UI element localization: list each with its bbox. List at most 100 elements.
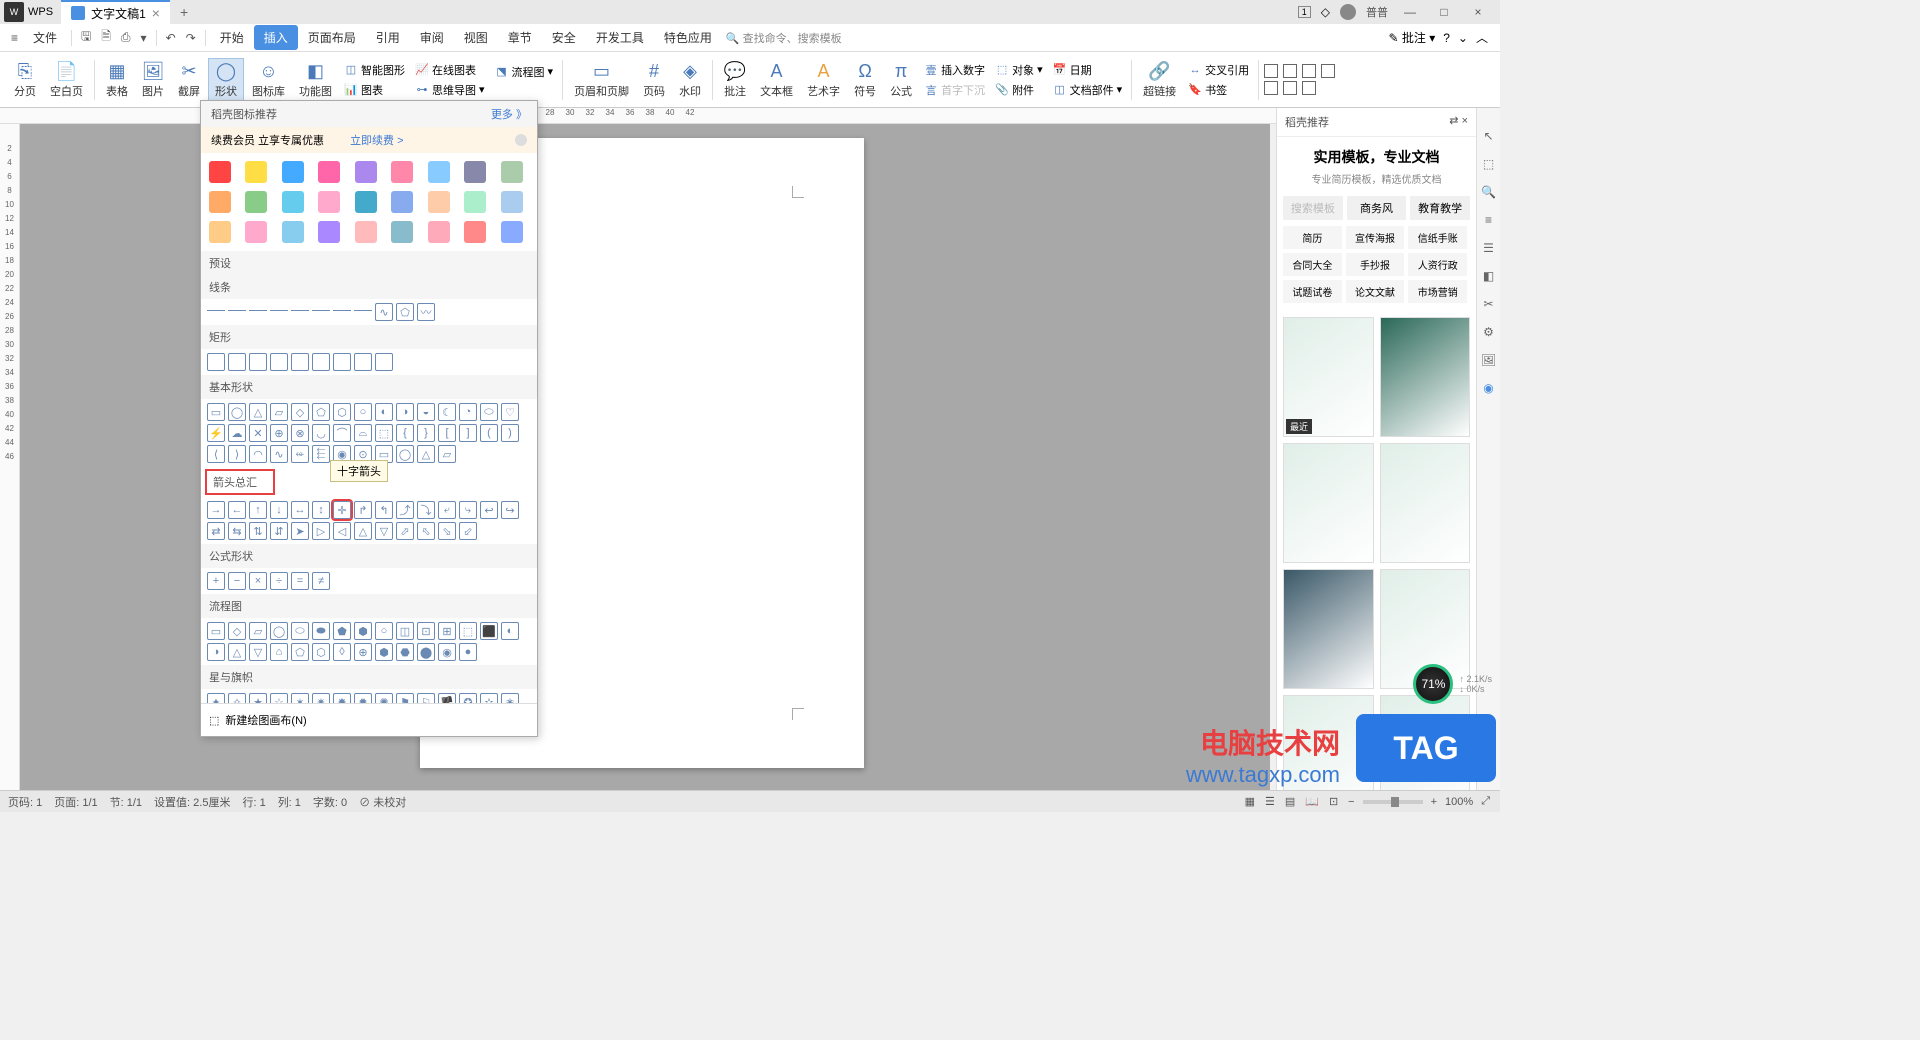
shape-star[interactable]: ✫ (480, 693, 498, 703)
template-thumb[interactable] (1380, 443, 1471, 563)
rp-cat[interactable]: 信纸手账 (1408, 226, 1467, 249)
rp-cat[interactable]: 市场营销 (1408, 280, 1467, 303)
shape-arrow[interactable]: ⇅ (249, 522, 267, 540)
rb-chart[interactable]: 📊图表 (340, 81, 409, 99)
sb-page-num[interactable]: 页码: 1 (8, 794, 42, 810)
shape-basic[interactable]: ⌓ (354, 424, 372, 442)
shape-line[interactable] (249, 303, 267, 311)
rb-symbol[interactable]: Ω符号 (848, 59, 882, 101)
shape-arrow[interactable]: ↩ (480, 501, 498, 519)
shape-line[interactable] (207, 303, 225, 311)
shape-arrow[interactable]: ⬃ (459, 522, 477, 540)
zoom-level[interactable]: 100% (1445, 796, 1473, 808)
shape-line[interactable] (354, 303, 372, 311)
shape-basic[interactable]: ⬠ (312, 403, 330, 421)
shape-arrow[interactable]: ◁ (333, 522, 351, 540)
shape-basic[interactable]: ◔ (459, 403, 477, 421)
pin-icon[interactable] (391, 161, 413, 183)
shape-star[interactable]: ⚐ (417, 693, 435, 703)
tab-start[interactable]: 开始 (210, 25, 254, 50)
rb-bookmark[interactable]: 🔖书签 (1184, 81, 1253, 99)
shape-multiply[interactable]: × (249, 572, 267, 590)
shape-equal[interactable]: = (291, 572, 309, 590)
rp-cat[interactable]: 试题试卷 (1283, 280, 1342, 303)
shape-arrow[interactable]: ⬂ (438, 522, 456, 540)
shape-flow[interactable]: ⬡ (312, 643, 330, 661)
people-icon[interactable] (464, 191, 486, 213)
shape-arrow[interactable]: ▷ (312, 522, 330, 540)
ribbon-options-icon[interactable]: ⌄ (1458, 31, 1468, 45)
rb-page-number[interactable]: #页码 (637, 59, 671, 101)
rp-cat[interactable]: 论文文献 (1346, 280, 1405, 303)
shape-star[interactable]: ✶ (291, 693, 309, 703)
shape-flow[interactable]: ⬤ (417, 643, 435, 661)
clip-icon[interactable]: ✂ (1481, 296, 1497, 312)
help-icon[interactable]: ? (1443, 31, 1450, 45)
shape-basic[interactable]: } (417, 424, 435, 442)
rb-textbox[interactable]: A文本框 (754, 59, 799, 101)
global-icon[interactable]: ◉ (1481, 380, 1497, 396)
shape-star[interactable]: 🏴 (438, 693, 456, 703)
shape-basic[interactable]: ⊗ (291, 424, 309, 442)
sb-pages[interactable]: 页面: 1/1 (54, 794, 97, 810)
rp-cat[interactable]: 简历 (1283, 226, 1342, 249)
rb-crossref[interactable]: ↔交叉引用 (1184, 61, 1253, 79)
skin-icon[interactable]: ◇ (1321, 5, 1330, 19)
shape-arrow[interactable]: △ (354, 522, 372, 540)
zoom-slider[interactable] (1363, 800, 1423, 804)
rb-drop-cap[interactable]: 言首字下沉 (920, 81, 989, 99)
balloons-icon[interactable] (501, 221, 523, 243)
rp-cat[interactable]: 手抄报 (1346, 253, 1405, 276)
zoom-in-icon[interactable]: + (1429, 794, 1439, 810)
rp-cat[interactable]: 宣传海报 (1346, 226, 1405, 249)
heart-icon[interactable] (318, 161, 340, 183)
shape-flow[interactable]: ▱ (249, 622, 267, 640)
shape-basic[interactable]: ⬱ (312, 445, 330, 463)
shape-arrow[interactable]: ⇆ (228, 522, 246, 540)
template-thumb[interactable] (1283, 569, 1374, 689)
shape-flow[interactable]: ⬟ (333, 622, 351, 640)
shape-basic[interactable]: ◇ (291, 403, 309, 421)
rb-comment[interactable]: 💬批注 (718, 59, 752, 101)
shape-line[interactable] (228, 303, 246, 311)
shape-star[interactable]: ✹ (354, 693, 372, 703)
zoom-fit-icon[interactable]: ⊡ (1327, 793, 1340, 810)
rb-function-graph[interactable]: ◧功能图 (293, 59, 338, 101)
outline-icon[interactable]: ☰ (1481, 240, 1497, 256)
shape-basic[interactable]: ) (501, 424, 519, 442)
select-icon[interactable]: ⬚ (1481, 156, 1497, 172)
shape-flow[interactable]: ⬭ (291, 622, 309, 640)
shape-basic[interactable]: ( (480, 424, 498, 442)
view-read-icon[interactable]: 📖 (1303, 793, 1321, 810)
shape-basic[interactable]: ◐ (375, 403, 393, 421)
shape-basic[interactable]: ○ (354, 403, 372, 421)
rb-object[interactable]: ⬚对象 ▾ (991, 61, 1047, 79)
rb-insert-number[interactable]: 壹插入数字 (920, 61, 989, 79)
close-tab-icon[interactable]: × (152, 5, 160, 21)
shape-basic[interactable]: ☁ (228, 424, 246, 442)
shape-flow[interactable]: ◉ (438, 643, 456, 661)
minimize-icon[interactable]: — (1398, 5, 1422, 19)
shape-basic[interactable]: ◯ (228, 403, 246, 421)
leaf-icon[interactable] (245, 191, 267, 213)
tab-page-layout[interactable]: 页面布局 (298, 25, 366, 50)
shape-arrow[interactable]: ➤ (291, 522, 309, 540)
rb-hyperlink[interactable]: 🔗超链接 (1137, 59, 1182, 101)
rb-shapes[interactable]: ◯形状 (208, 58, 244, 102)
view-web-icon[interactable]: ☰ (1263, 793, 1277, 810)
rb-wordart[interactable]: A艺术字 (801, 59, 846, 101)
shape-basic[interactable]: ∿ (270, 445, 288, 463)
user-avatar-icon[interactable] (1340, 4, 1356, 20)
shape-rect[interactable] (354, 353, 372, 371)
box-icon[interactable] (209, 221, 231, 243)
shape-flow[interactable]: ◫ (396, 622, 414, 640)
rb-flowchart[interactable]: ⬔流程图 ▾ (491, 63, 558, 81)
shape-basic[interactable]: ⬚ (375, 424, 393, 442)
shape-flow[interactable]: ◇ (228, 622, 246, 640)
rp-tab-business[interactable]: 商务风 (1347, 196, 1407, 220)
atom-icon[interactable] (282, 191, 304, 213)
shape-flow[interactable]: ⬚ (459, 622, 477, 640)
tab-special[interactable]: 特色应用 (654, 25, 722, 50)
shape-rect[interactable] (270, 353, 288, 371)
layers-icon[interactable]: ≡ (1481, 212, 1497, 228)
